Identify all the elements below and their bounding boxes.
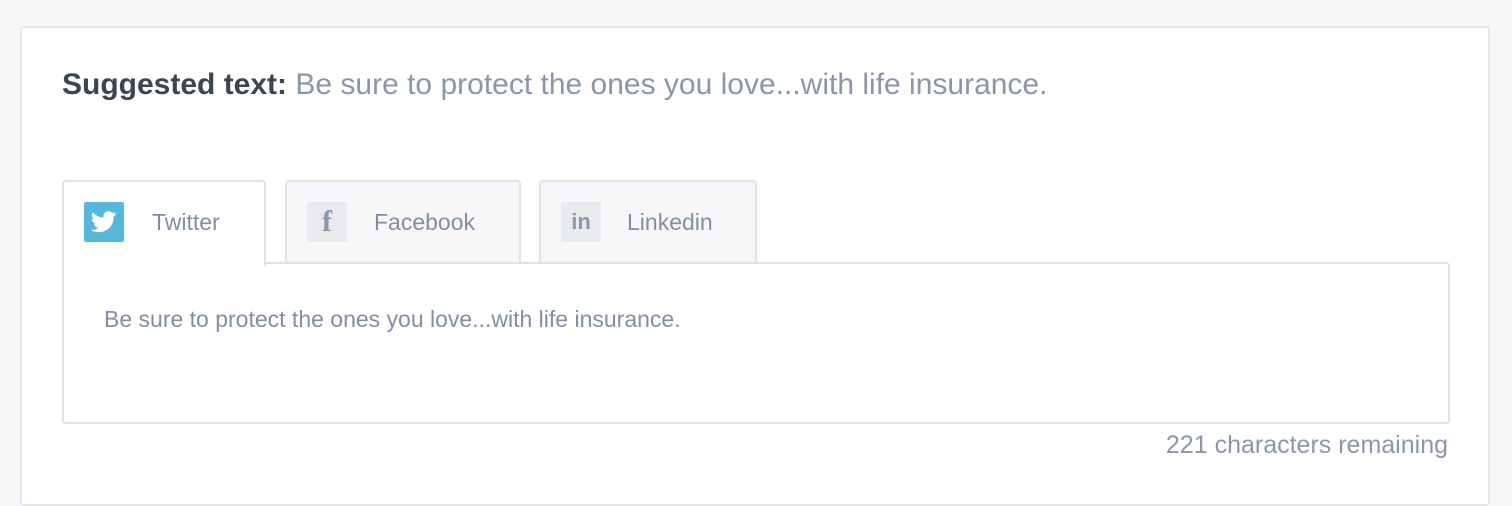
suggested-text-line: Suggested text: Be sure to protect the o… — [62, 68, 1047, 102]
linkedin-icon: in — [561, 202, 601, 242]
suggested-text-value: Be sure to protect the ones you love...w… — [295, 68, 1048, 101]
twitter-icon — [84, 202, 124, 242]
tab-facebook-label: Facebook — [374, 209, 476, 235]
facebook-glyph: f — [322, 205, 332, 238]
tab-twitter-label: Twitter — [152, 209, 220, 235]
post-text-editor[interactable]: Be sure to protect the ones you love...w… — [62, 262, 1450, 424]
tab-linkedin-label: Linkedin — [627, 209, 713, 235]
facebook-icon: f — [307, 202, 347, 242]
share-card: Suggested text: Be sure to protect the o… — [20, 26, 1490, 506]
post-text-value[interactable]: Be sure to protect the ones you love...w… — [104, 304, 681, 334]
suggested-text-label: Suggested text: — [62, 68, 288, 101]
tab-facebook[interactable]: f Facebook — [285, 180, 521, 264]
tab-linkedin[interactable]: in Linkedin — [539, 180, 757, 264]
tab-twitter[interactable]: Twitter — [62, 180, 266, 266]
linkedin-glyph: in — [571, 209, 591, 234]
characters-remaining-counter: 221 characters remaining — [1165, 431, 1448, 459]
